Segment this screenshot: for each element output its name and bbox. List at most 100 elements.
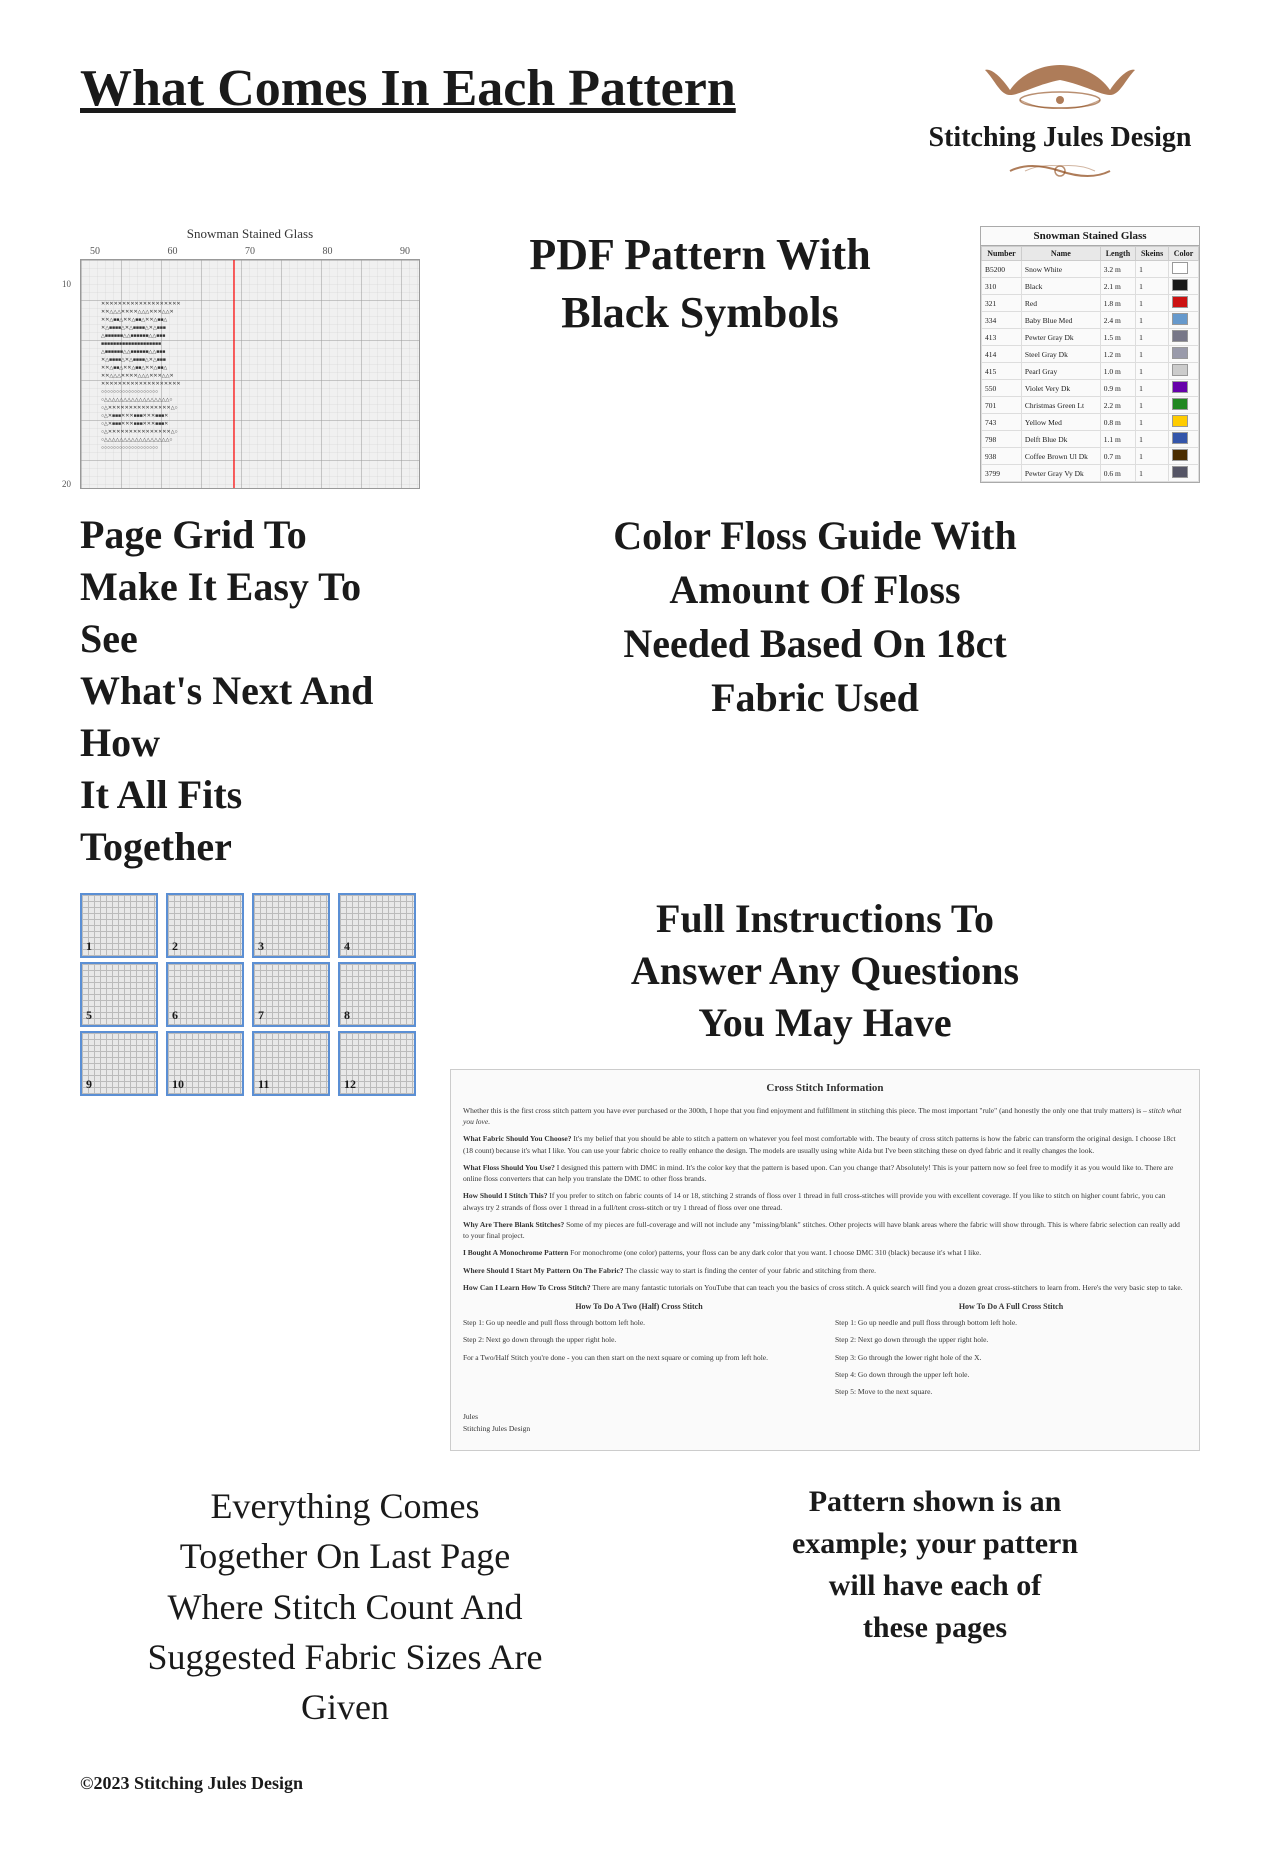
thumb-cell: 2 bbox=[166, 893, 244, 958]
color-swatch-icon bbox=[1172, 466, 1188, 478]
floss-row: 321Red1.8 m1 bbox=[982, 295, 1199, 312]
thumb-number: 6 bbox=[172, 1008, 178, 1023]
svg-text:✕△■■■■△✕△■■■■△✕△■■■: ✕△■■■■△✕△■■■■△✕△■■■ bbox=[101, 357, 166, 363]
thumb-cell: 10 bbox=[166, 1031, 244, 1096]
para-3: What Floss Should You Use? I designed th… bbox=[463, 1162, 1187, 1185]
floss-row: 334Baby Blue Med2.4 m1 bbox=[982, 312, 1199, 329]
svg-text:✕✕△■■△✕✕△■■△✕✕△■■△: ✕✕△■■△✕✕△■■△✕✕△■■△ bbox=[101, 317, 167, 323]
para-4: How Should I Stitch This? If you prefer … bbox=[463, 1190, 1187, 1213]
thumb-number: 3 bbox=[258, 939, 264, 954]
footer: ©2023 Stitching Jules Design bbox=[80, 1773, 1200, 1794]
thumb-number: 5 bbox=[86, 1008, 92, 1023]
thumb-cell: 4 bbox=[338, 893, 416, 958]
logo-area: Stitching Jules Design bbox=[920, 60, 1200, 186]
pdf-title-area: PDF Pattern With Black Symbols bbox=[460, 226, 940, 340]
thumb-grid: 123456789101112 bbox=[80, 893, 420, 1096]
pattern-wrapper: 10 20 bbox=[80, 259, 420, 489]
thumb-cell: 9 bbox=[80, 1031, 158, 1096]
thumb-cell-pattern bbox=[254, 895, 328, 956]
thumb-cell: 6 bbox=[166, 962, 244, 1027]
floss-row: 938Coffee Brown Ul Dk0.7 m1 bbox=[982, 448, 1199, 465]
logo-text: Stitching Jules Design bbox=[929, 120, 1192, 156]
thumb-number: 8 bbox=[344, 1008, 350, 1023]
thumb-number: 9 bbox=[86, 1077, 92, 1092]
svg-text:△■■■■■■△△■■■■■■△△■■■: △■■■■■■△△■■■■■■△△■■■ bbox=[101, 349, 165, 355]
thumb-cell: 8 bbox=[338, 962, 416, 1027]
floss-guide-title: Color Floss Guide With Amount Of Floss N… bbox=[613, 509, 1016, 725]
full-stitch-col: How To Do A Full Cross Stitch Step 1: Go… bbox=[835, 1301, 1187, 1403]
pattern-image: ✕✕✕✕✕✕✕✕✕✕✕✕✕✕✕✕✕✕✕ ✕✕△△△✕✕✕✕△△△✕✕✕△△✕ ✕… bbox=[80, 259, 420, 489]
floss-table: Number Name Length Skeins Color B5200Sno… bbox=[981, 246, 1199, 482]
color-swatch-icon bbox=[1172, 330, 1188, 342]
page: What Comes In Each Pattern Stitching Jul… bbox=[0, 0, 1280, 1854]
thumb-cell-pattern bbox=[254, 964, 328, 1025]
grid-thumbnails: 123456789101112 bbox=[80, 893, 420, 1096]
svg-text:○△✕■■■✕✕✕■■■✕✕✕■■■✕: ○△✕■■■✕✕✕■■■✕✕✕■■■✕ bbox=[101, 421, 168, 427]
para-1: Whether this is the first cross stitch p… bbox=[463, 1105, 1187, 1128]
svg-text:✕✕△△△✕✕✕✕△△△✕✕✕△△✕: ✕✕△△△✕✕✕✕△△△✕✕✕△△✕ bbox=[101, 309, 174, 315]
floss-row: 310Black2.1 m1 bbox=[982, 278, 1199, 295]
axis-labels: 50 60 70 80 90 bbox=[80, 246, 420, 257]
copyright: ©2023 Stitching Jules Design bbox=[80, 1773, 1200, 1794]
everything-text: Everything ComesTogether On Last PageWhe… bbox=[80, 1481, 610, 1733]
thumb-number: 12 bbox=[344, 1077, 356, 1092]
para-7: Where Should I Start My Pattern On The F… bbox=[463, 1265, 1187, 1276]
floss-row: 743Yellow Med0.8 m1 bbox=[982, 414, 1199, 431]
floss-row: 413Pewter Gray Dk1.5 m1 bbox=[982, 329, 1199, 346]
color-swatch-icon bbox=[1172, 381, 1188, 393]
thumb-number: 4 bbox=[344, 939, 350, 954]
instructions-text-area: Full Instructions To Answer Any Question… bbox=[450, 893, 1200, 1451]
color-swatch-icon bbox=[1172, 296, 1188, 308]
para-5: Why Are There Blank Stitches? Some of my… bbox=[463, 1219, 1187, 1242]
thumb-cell: 11 bbox=[252, 1031, 330, 1096]
color-swatch-icon bbox=[1172, 347, 1188, 359]
thumb-number: 1 bbox=[86, 939, 92, 954]
thumb-cell-pattern bbox=[82, 964, 156, 1025]
section-2: Page Grid ToMake It Easy To SeeWhat's Ne… bbox=[80, 509, 1200, 873]
floss-row: 3799Pewter Gray Vy Dk0.6 m1 bbox=[982, 465, 1199, 482]
floss-row: 798Delft Blue Dk1.1 m1 bbox=[982, 431, 1199, 448]
color-swatch-icon bbox=[1172, 279, 1188, 291]
pdf-title: PDF Pattern With Black Symbols bbox=[529, 226, 870, 340]
thumb-cell-pattern bbox=[340, 895, 414, 956]
svg-text:✕△■■■■△✕△■■■■△✕△■■■: ✕△■■■■△✕△■■■■△✕△■■■ bbox=[101, 325, 166, 331]
svg-text:○△✕✕✕✕✕✕✕✕✕✕✕✕✕✕✕△○: ○△✕✕✕✕✕✕✕✕✕✕✕✕✕✕✕△○ bbox=[101, 405, 178, 411]
svg-text:△■■■■■■△△■■■■■■△△■■■: △■■■■■■△△■■■■■■△△■■■ bbox=[101, 333, 165, 339]
color-swatch-icon bbox=[1172, 432, 1188, 444]
para-8: How Can I Learn How To Cross Stitch? The… bbox=[463, 1282, 1187, 1293]
header: What Comes In Each Pattern Stitching Jul… bbox=[80, 60, 1200, 186]
para-6: I Bought A Monochrome Pattern For monoch… bbox=[463, 1247, 1187, 1258]
color-swatch-icon bbox=[1172, 415, 1188, 427]
floss-guide-small: Snowman Stained Glass Number Name Length… bbox=[980, 226, 1200, 483]
floss-row: 550Violet Very Dk0.9 m1 bbox=[982, 380, 1199, 397]
row-numbers: 10 20 bbox=[62, 279, 71, 489]
thumb-cell-pattern bbox=[168, 895, 242, 956]
svg-text:✕✕△△△✕✕✕✕△△△✕✕✕△△✕: ✕✕△△△✕✕✕✕△△△✕✕✕△△✕ bbox=[101, 373, 174, 379]
floss-table-title: Snowman Stained Glass bbox=[981, 227, 1199, 246]
pattern-example-text: Pattern shown is anexample; your pattern… bbox=[670, 1481, 1200, 1733]
thumb-cell-pattern bbox=[82, 895, 156, 956]
thumb-cell: 3 bbox=[252, 893, 330, 958]
floss-guide-text-area: Color Floss Guide With Amount Of Floss N… bbox=[430, 509, 1200, 725]
half-stitch-col: How To Do A Two (Half) Cross Stitch Step… bbox=[463, 1301, 815, 1403]
thumb-number: 10 bbox=[172, 1077, 184, 1092]
color-swatch-icon bbox=[1172, 313, 1188, 325]
section-1: Snowman Stained Glass 50 60 70 80 90 10 … bbox=[80, 226, 1200, 489]
cross-stitch-info-title: Cross Stitch Information bbox=[463, 1080, 1187, 1097]
page-grid-title: Page Grid ToMake It Easy To SeeWhat's Ne… bbox=[80, 509, 400, 873]
svg-text:■■■■■■■■■■■■■■■■■■■■: ■■■■■■■■■■■■■■■■■■■■ bbox=[101, 341, 161, 347]
thumb-cell-pattern bbox=[168, 964, 242, 1025]
color-swatch-icon bbox=[1172, 449, 1188, 461]
floss-row: 415Pearl Gray1.0 m1 bbox=[982, 363, 1199, 380]
svg-text:✕✕✕✕✕✕✕✕✕✕✕✕✕✕✕✕✕✕✕: ✕✕✕✕✕✕✕✕✕✕✕✕✕✕✕✕✕✕✕ bbox=[101, 381, 181, 387]
stitch-how-to: How To Do A Two (Half) Cross Stitch Step… bbox=[463, 1301, 1187, 1403]
color-swatch-icon bbox=[1172, 262, 1188, 274]
thumb-cell: 1 bbox=[80, 893, 158, 958]
signature: JulesStitching Jules Design bbox=[463, 1411, 1187, 1434]
cross-stitch-info-box: Cross Stitch Information Whether this is… bbox=[450, 1069, 1200, 1451]
pattern-image-area: Snowman Stained Glass 50 60 70 80 90 10 … bbox=[80, 226, 420, 489]
floss-table-mini: Snowman Stained Glass Number Name Length… bbox=[980, 226, 1200, 483]
svg-text:✕✕✕✕✕✕✕✕✕✕✕✕✕✕✕✕✕✕✕: ✕✕✕✕✕✕✕✕✕✕✕✕✕✕✕✕✕✕✕ bbox=[101, 301, 181, 307]
page-grid-text-area: Page Grid ToMake It Easy To SeeWhat's Ne… bbox=[80, 509, 400, 873]
floss-row: 414Steel Gray Dk1.2 m1 bbox=[982, 346, 1199, 363]
